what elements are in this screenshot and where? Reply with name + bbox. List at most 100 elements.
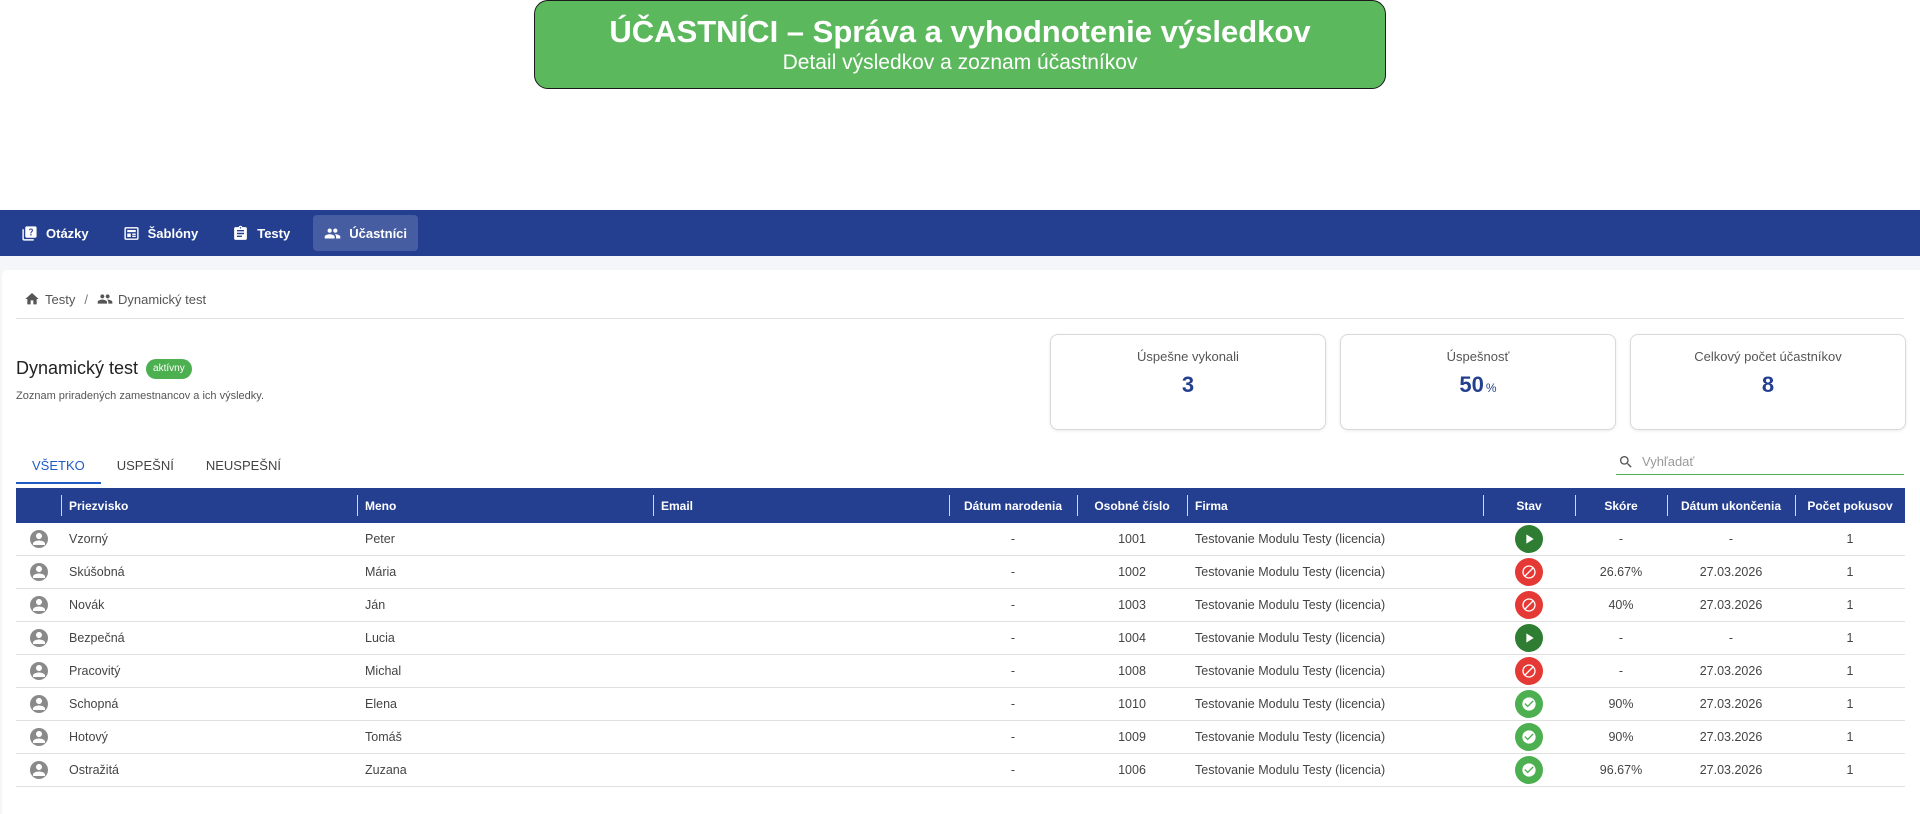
cell-email	[653, 523, 949, 556]
cell-finished-date: -	[1728, 532, 1734, 546]
cell-company: Testovanie Modulu Testy (licencia)	[1195, 664, 1386, 678]
cell-birth-date: -	[1010, 763, 1016, 777]
cell-attempts: 1	[1846, 565, 1854, 579]
person-icon	[32, 731, 45, 743]
cell-birth-date: -	[1010, 598, 1016, 612]
check-circle-icon[interactable]	[1515, 723, 1543, 751]
col-finished-date[interactable]: Dátum ukončenia	[1667, 488, 1795, 523]
person-icon	[32, 599, 45, 611]
breadcrumb-home[interactable]: Testy	[24, 291, 75, 307]
avatar	[29, 761, 48, 779]
avatar-cell	[16, 556, 61, 589]
nav-label-otazky: Otázky	[46, 225, 89, 241]
avatar-cell	[16, 622, 61, 655]
col-name[interactable]: Meno	[357, 488, 653, 523]
col-company[interactable]: Firma	[1187, 488, 1483, 523]
cell-attempts: 1	[1846, 598, 1854, 612]
table-row[interactable]: Bezpečná Lucia - 1004 Testovanie Modulu Test…	[16, 622, 1905, 655]
col-status[interactable]: Stav	[1483, 488, 1575, 523]
play-icon[interactable]	[1515, 525, 1543, 553]
tab-successful[interactable]: USPEŠNÍ	[101, 452, 190, 484]
filter-tabs: VŠETKO USPEŠNÍ NEUSPEŠNÍ	[16, 452, 297, 484]
cell-personal-number: 1004	[1118, 631, 1146, 645]
cell-birth-date: -	[1010, 565, 1016, 579]
table-row[interactable]: Vzorný Peter - 1001 Testovanie Modulu Testy …	[16, 523, 1905, 556]
col-attempts[interactable]: Počet pokusov	[1795, 488, 1905, 523]
avatar	[29, 629, 48, 647]
cell-finished-date: -	[1728, 631, 1734, 645]
avatar-cell	[16, 721, 61, 754]
cell-status	[1483, 655, 1575, 688]
col-birth-date[interactable]: Dátum narodenia	[949, 488, 1077, 523]
cell-company: Testovanie Modulu Testy (licencia)	[1195, 730, 1386, 744]
table-row[interactable]: Schopná Elena - 1010 Testovanie Modulu Testy…	[16, 688, 1905, 721]
cell-surname: Vzorný	[69, 532, 108, 546]
cell-company: Testovanie Modulu Testy (licencia)	[1195, 697, 1386, 711]
blocked-icon[interactable]	[1515, 558, 1543, 586]
nav-label-testy: Testy	[257, 225, 291, 241]
play-icon[interactable]	[1515, 624, 1543, 652]
nav-item-sablony[interactable]: Šablóny	[112, 215, 210, 251]
stat-total: Celkový počet účastníkov 8	[1630, 334, 1906, 430]
nav-item-testy[interactable]: Testy	[221, 215, 301, 251]
cell-score: -	[1618, 664, 1624, 678]
cell-name: Mária	[365, 565, 397, 579]
cell-personal-number: 1008	[1118, 664, 1146, 678]
header-divider	[16, 318, 1904, 319]
col-surname[interactable]: Priezvisko	[61, 488, 357, 523]
table-row[interactable]: Skúšobná Mária - 1002 Testovanie Modulu Test…	[16, 556, 1905, 589]
cell-name: Ján	[365, 598, 386, 612]
cell-surname: Skúšobná	[69, 565, 125, 579]
col-email[interactable]: Email	[653, 488, 949, 523]
clipboard-icon	[234, 225, 248, 240]
blocked-icon[interactable]	[1515, 591, 1543, 619]
cell-company: Testovanie Modulu Testy (licencia)	[1195, 565, 1386, 579]
banner-title: ÚČASTNÍCI – Správa a vyhodnotenie výsled…	[609, 14, 1311, 49]
cell-status	[1483, 589, 1575, 622]
cell-status	[1483, 688, 1575, 721]
search-input[interactable]	[1642, 454, 1892, 469]
person-icon	[32, 533, 45, 545]
nav-item-otazky[interactable]: Otázky	[10, 215, 100, 251]
table-row[interactable]: Ostražitá Zuzana - 1006 Testovanie Modulu Te…	[16, 754, 1905, 787]
stat-rate: Úspešnosť 50%	[1340, 334, 1616, 430]
avatar-cell	[16, 688, 61, 721]
cell-name: Michal	[365, 664, 402, 678]
check-circle-icon[interactable]	[1515, 690, 1543, 718]
cell-birth-date: -	[1010, 697, 1016, 711]
table-row[interactable]: Pracovitý Michal - 1008 Testovanie Modulu Te…	[16, 655, 1905, 688]
avatar	[29, 596, 48, 614]
col-personal-number[interactable]: Osobné číslo	[1077, 488, 1187, 523]
tab-all[interactable]: VŠETKO	[16, 452, 101, 484]
col-score[interactable]: Skóre	[1575, 488, 1667, 523]
avatar-cell	[16, 655, 61, 688]
stat-total-label: Celkový počet účastníkov	[1694, 349, 1842, 364]
stat-rate-label: Úspešnosť	[1446, 349, 1510, 364]
nav-item-ucastnici[interactable]: Účastníci	[313, 215, 419, 251]
person-icon	[32, 764, 45, 776]
person-icon	[32, 566, 45, 578]
cell-attempts: 1	[1846, 631, 1854, 645]
cell-name: Zuzana	[365, 763, 407, 777]
cell-name: Elena	[365, 697, 397, 711]
check-circle-icon[interactable]	[1515, 756, 1543, 784]
cell-score: 26.67%	[1599, 565, 1643, 579]
avatar	[29, 530, 48, 548]
table-header: Priezvisko Meno Email Dátum narodenia Os…	[16, 488, 1905, 523]
avatar	[29, 662, 48, 680]
tab-unsuccessful[interactable]: NEUSPEŠNÍ	[190, 452, 297, 484]
cell-birth-date: -	[1010, 532, 1016, 546]
table-row[interactable]: Novák Ján - 1003 Testovanie Modulu Testy (li…	[16, 589, 1905, 622]
blocked-icon[interactable]	[1515, 657, 1543, 685]
cell-birth-date: -	[1010, 664, 1016, 678]
cell-birth-date: -	[1010, 631, 1016, 645]
breadcrumb-separator: /	[84, 291, 88, 307]
cell-email	[653, 721, 949, 754]
cell-surname: Hotový	[69, 730, 108, 744]
stat-rate-value-wrap: 50%	[1341, 372, 1615, 398]
cell-birth-date: -	[1010, 730, 1016, 744]
home-icon	[25, 293, 39, 305]
table-row[interactable]: Hotový Tomáš - 1009 Testovanie Modulu Testy …	[16, 721, 1905, 754]
cell-name: Peter	[365, 532, 395, 546]
cell-score: 40%	[1608, 598, 1634, 612]
